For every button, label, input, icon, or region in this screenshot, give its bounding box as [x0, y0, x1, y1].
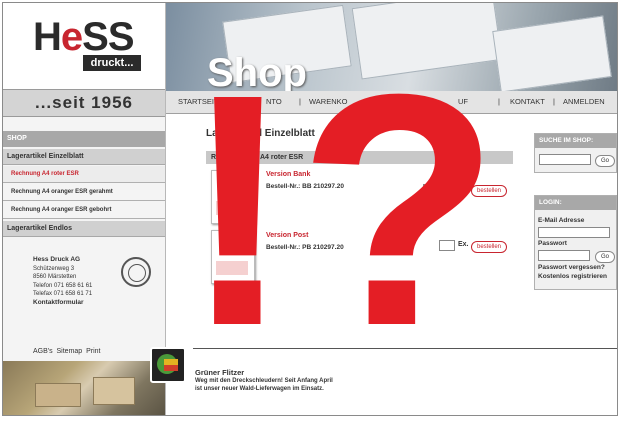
package-image	[35, 383, 81, 407]
sitemap-link[interactable]: Sitemap	[57, 348, 83, 355]
nav-separator: |	[553, 97, 555, 106]
contact-city: 8560 Märstetten	[33, 274, 77, 280]
sidebar-category-endlos[interactable]: Lagerartikel Endlos	[3, 221, 165, 237]
search-go-button[interactable]: Go	[595, 155, 615, 167]
forgot-password-link[interactable]: Passwort vergessen?	[538, 264, 605, 271]
sidebar-item-rechnung-roter[interactable]: Rechnung A4 roter ESR	[3, 166, 165, 183]
login-heading: LOGIN:	[535, 196, 616, 210]
hess-logo[interactable]: HeSS druckt...	[3, 3, 165, 89]
search-box: SUCHE IM SHOP:	[534, 133, 617, 173]
register-link[interactable]: Kostenlos registrieren	[538, 273, 607, 280]
email-label: E-Mail Adresse	[538, 217, 585, 224]
footer-links: AGB's Sitemap Print	[33, 348, 101, 355]
contact-block: Hess Druck AG Schützenweg 3 8560 Märstet…	[33, 256, 92, 307]
nav-kontakt[interactable]: KONTAKT	[510, 91, 545, 113]
package-image	[93, 377, 135, 405]
email-field[interactable]	[538, 227, 610, 238]
since-banner: ...seit 1956	[3, 89, 165, 117]
search-heading: SUCHE IM SHOP:	[535, 134, 616, 148]
nav-anmelden[interactable]: ANMELDEN	[563, 91, 605, 113]
contact-fax: Telefax 071 658 61 71	[33, 291, 93, 297]
login-go-button[interactable]: Go	[595, 251, 615, 263]
exclamation-mark-overlay: !	[183, 25, 293, 394]
print-link[interactable]: Print	[86, 348, 100, 355]
logo-wordmark: HeSS	[33, 15, 135, 59]
left-column: HeSS druckt... ...seit 1956 SHOP Lagerar…	[3, 3, 166, 415]
sidebar-item-rechnung-oranger-gebohrt[interactable]: Rechnung A4 oranger ESR gebohrt	[3, 202, 165, 219]
password-field[interactable]	[538, 250, 590, 261]
eco-badge-icon	[150, 347, 186, 383]
company-name: Hess Druck AG	[33, 256, 81, 263]
page-frame: HeSS druckt... ...seit 1956 SHOP Lagerar…	[2, 2, 618, 416]
password-label: Passwort	[538, 240, 567, 247]
agb-link[interactable]: AGB's	[33, 348, 53, 355]
search-input[interactable]	[539, 154, 591, 165]
contact-form-link[interactable]: Kontaktformular	[33, 299, 84, 306]
seal-icon	[121, 257, 151, 287]
sidebar-category-einzelblatt[interactable]: Lagerartikel Einzelblatt	[3, 149, 165, 165]
question-mark-overlay: ?	[298, 25, 500, 394]
warehouse-photo	[3, 361, 165, 415]
sidebar-head-shop: SHOP	[3, 131, 165, 147]
sidebar-item-rechnung-oranger-gerahmt[interactable]: Rechnung A4 oranger ESR gerahmt	[3, 184, 165, 201]
contact-phone: Telefon 071 658 61 61	[33, 282, 93, 289]
banner-paper-image	[492, 15, 612, 91]
logo-tagline: druckt...	[83, 55, 141, 71]
contact-street: Schützenweg 3	[33, 265, 75, 272]
